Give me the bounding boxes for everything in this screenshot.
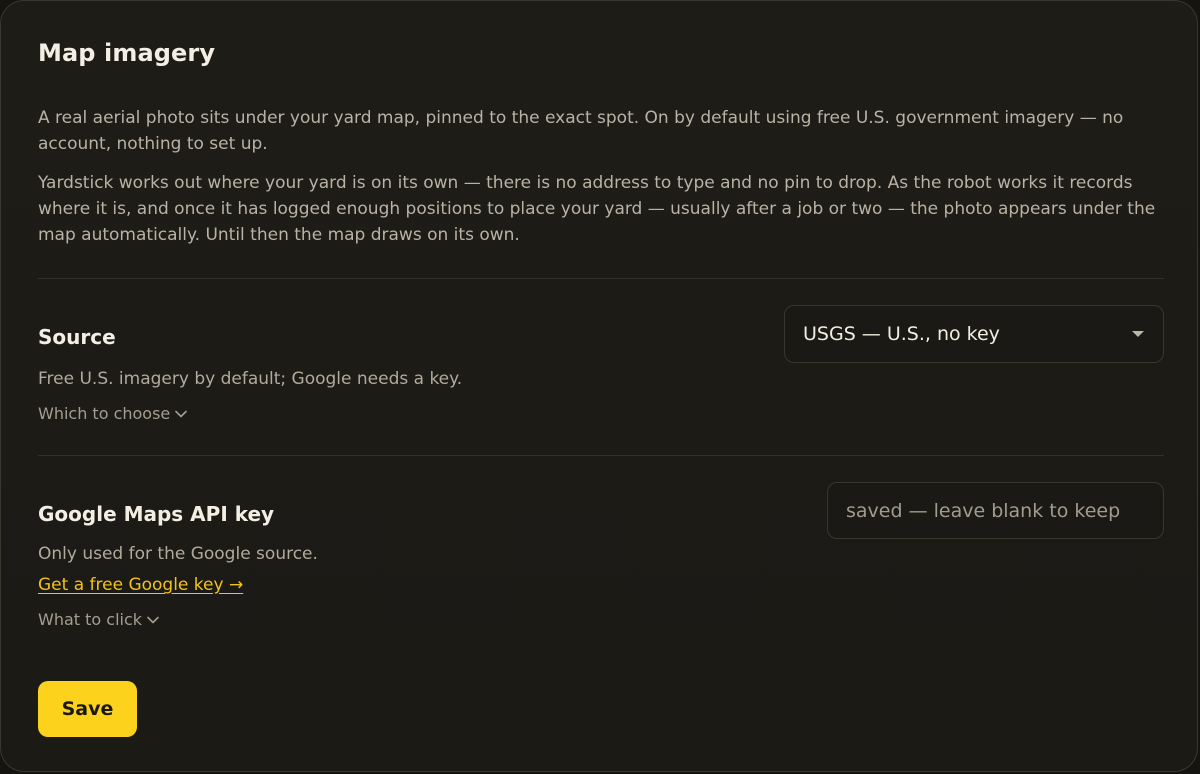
- save-button[interactable]: Save: [38, 681, 137, 737]
- google-api-key-input[interactable]: [827, 482, 1164, 539]
- source-select-value: USGS — U.S., no key: [803, 323, 1000, 345]
- google-key-description: Only used for the Google source.: [38, 544, 318, 564]
- intro-paragraph: Yardstick works out where your yard is o…: [38, 173, 1156, 245]
- which-to-choose-label: Which to choose: [38, 404, 171, 423]
- source-description: Free U.S. imagery by default; Google nee…: [38, 369, 463, 389]
- intro-text: A real aerial photo sits under your yard…: [38, 105, 1164, 261]
- source-select[interactable]: USGS — U.S., no key: [784, 305, 1164, 363]
- what-to-click-label: What to click: [38, 610, 143, 629]
- intro-paragraph: A real aerial photo sits under your yard…: [38, 108, 1124, 154]
- caret-down-icon: [1132, 331, 1144, 337]
- section-divider: [38, 278, 1164, 279]
- chevron-down-icon: [175, 410, 188, 417]
- page-title: Map imagery: [38, 39, 216, 67]
- get-google-key-link[interactable]: Get a free Google key →: [38, 575, 243, 595]
- map-imagery-card: Map imagery A real aerial photo sits und…: [0, 0, 1198, 772]
- source-title: Source: [38, 325, 116, 349]
- which-to-choose-toggle[interactable]: Which to choose: [38, 404, 188, 423]
- section-divider: [38, 455, 1164, 456]
- what-to-click-toggle[interactable]: What to click: [38, 610, 159, 629]
- google-key-title: Google Maps API key: [38, 502, 275, 526]
- chevron-down-icon: [147, 616, 159, 623]
